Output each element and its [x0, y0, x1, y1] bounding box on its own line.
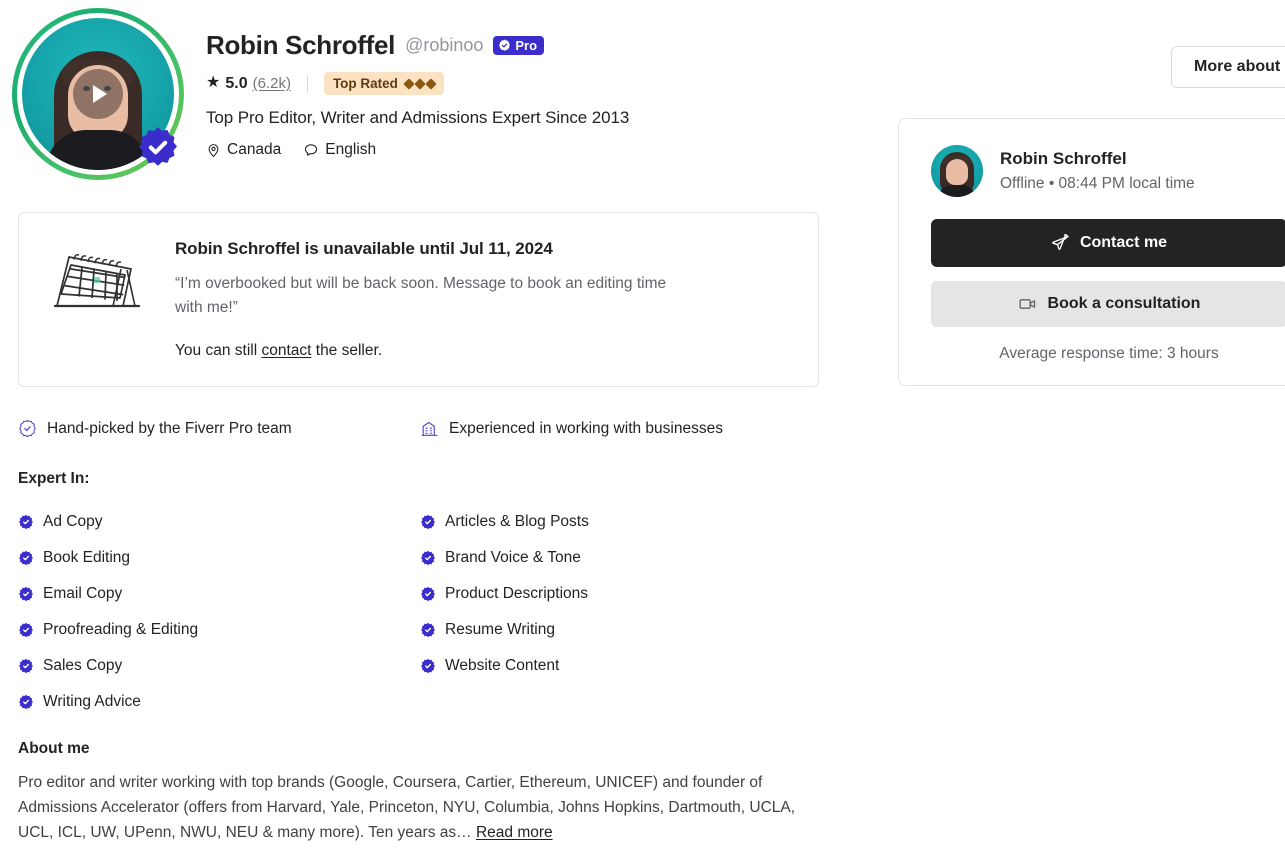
expert-in-list: Ad Copy Book Editing Email Copy Proofrea…: [18, 504, 860, 720]
seller-rating-row: ★ 5.0 (6.2k) Top Rated: [206, 72, 629, 95]
unavailable-notice-contact-line: You can still contact the seller.: [175, 342, 794, 360]
location-pin-icon: [206, 143, 221, 158]
more-about-seller-button[interactable]: More about r: [1171, 46, 1285, 88]
seller-username: @robinoo: [405, 35, 484, 55]
contact-prefix-text: You can still: [175, 342, 262, 360]
highlight-hand-picked: Hand-picked by the Fiverr Pro team: [18, 419, 420, 438]
highlight-businesses-label: Experienced in working with businesses: [449, 419, 723, 437]
pro-check-icon: [498, 39, 511, 52]
expert-item: Product Descriptions: [420, 585, 860, 603]
seller-meta-row: Canada English: [206, 141, 629, 159]
paper-plane-icon: [1051, 233, 1070, 253]
seller-country: Canada: [206, 141, 281, 159]
expert-item-label: Articles & Blog Posts: [445, 513, 589, 531]
rating-score: 5.0: [225, 74, 248, 92]
rosette-check-filled-icon: [18, 694, 34, 710]
expert-item-label: Sales Copy: [43, 657, 123, 675]
office-building-outline-icon: [420, 419, 439, 438]
unavailable-notice-body: Robin Schroffel is unavailable until Jul…: [175, 239, 794, 360]
seller-language: English: [303, 141, 376, 159]
rosette-check-filled-icon: [18, 622, 34, 638]
contact-card-avatar[interactable]: [931, 145, 983, 197]
rosette-check-filled-icon: [18, 514, 34, 530]
expert-item-label: Brand Voice & Tone: [445, 549, 581, 567]
rosette-check-filled-icon: [18, 586, 34, 602]
seller-profile-page: Robin Schroffel @robinoo Pro ★ 5.0 (6.2k…: [0, 0, 1285, 848]
expert-item: Resume Writing: [420, 621, 860, 639]
star-icon: ★: [206, 73, 221, 91]
about-me-title: About me: [18, 740, 90, 758]
expert-item: Sales Copy: [18, 657, 420, 675]
top-rated-badge: Top Rated: [323, 72, 444, 95]
seller-tagline: Top Pro Editor, Writer and Admissions Ex…: [206, 108, 630, 127]
rating-block: ★ 5.0 (6.2k): [206, 73, 291, 93]
speech-bubble-icon: [303, 142, 319, 158]
rating-divider: [306, 74, 308, 93]
rosette-check-filled-icon: [18, 550, 34, 566]
rosette-check-filled-icon: [18, 658, 34, 674]
unavailable-notice-title: Robin Schroffel is unavailable until Jul…: [175, 239, 553, 258]
expert-item: Ad Copy: [18, 513, 420, 531]
seller-display-name: Robin Schroffel: [206, 30, 396, 60]
contact-me-label: Contact me: [1079, 234, 1168, 251]
contact-card-user: Robin Schroffel Offline • 08:44 PM local…: [931, 145, 1285, 197]
pro-badge: Pro: [493, 36, 545, 55]
about-me-text: Pro editor and writer working with top b…: [18, 771, 808, 845]
book-consultation-button[interactable]: Book a consultation: [931, 281, 1285, 327]
expert-item-label: Website Content: [445, 657, 560, 675]
highlight-businesses: Experienced in working with businesses: [420, 419, 723, 438]
expert-item-label: Email Copy: [43, 585, 123, 603]
pro-highlights-row: Hand-picked by the Fiverr Pro team Exper…: [18, 419, 860, 438]
expert-item: Book Editing: [18, 549, 420, 567]
expert-item: Proofreading & Editing: [18, 621, 420, 639]
desk-calendar-illustration-icon: [45, 239, 149, 324]
rating-count-link[interactable]: (6.2k): [253, 75, 291, 92]
contact-suffix-text: the seller.: [311, 342, 383, 360]
top-rated-diamonds-icon: [403, 77, 437, 90]
expert-item: Brand Voice & Tone: [420, 549, 860, 567]
contact-card-status: Offline • 08:44 PM local time: [1000, 175, 1195, 192]
expert-in-title: Expert In:: [18, 470, 90, 488]
verified-seller-icon: [135, 125, 181, 171]
profile-main-column: Robin Schroffel @robinoo Pro ★ 5.0 (6.2k…: [0, 0, 860, 845]
about-me-body: Pro editor and writer working with top b…: [18, 774, 796, 841]
expert-item: Articles & Blog Posts: [420, 513, 860, 531]
seller-name-row: Robin Schroffel @robinoo Pro: [206, 30, 629, 61]
play-video-icon[interactable]: [73, 69, 123, 119]
rosette-check-filled-icon: [420, 514, 436, 530]
seller-header: Robin Schroffel @robinoo Pro ★ 5.0 (6.2k…: [0, 0, 860, 180]
video-camera-icon: [1018, 294, 1038, 314]
pro-badge-label: Pro: [515, 38, 538, 53]
seller-identity: Robin Schroffel @robinoo Pro ★ 5.0 (6.2k…: [184, 8, 629, 159]
rosette-check-outline-icon: [18, 419, 37, 438]
country-label: Canada: [227, 141, 282, 158]
rosette-check-filled-icon: [420, 550, 436, 566]
expert-item: Website Content: [420, 657, 860, 675]
language-label: English: [325, 141, 377, 158]
unavailable-notice-card: Robin Schroffel is unavailable until Jul…: [18, 212, 819, 388]
expert-item-label: Resume Writing: [445, 621, 555, 639]
expert-item: Email Copy: [18, 585, 420, 603]
highlight-hand-picked-label: Hand-picked by the Fiverr Pro team: [47, 419, 292, 437]
contact-seller-card: Robin Schroffel Offline • 08:44 PM local…: [898, 118, 1285, 386]
book-consultation-label: Book a consultation: [1047, 295, 1201, 312]
seller-avatar[interactable]: [12, 8, 184, 180]
rosette-check-filled-icon: [420, 586, 436, 602]
average-response-time: Average response time: 3 hours: [999, 345, 1219, 362]
expert-item: Writing Advice: [18, 693, 420, 711]
rosette-check-filled-icon: [420, 658, 436, 674]
expert-item-label: Proofreading & Editing: [43, 621, 199, 639]
expert-item-label: Writing Advice: [43, 693, 141, 711]
expert-item-label: Ad Copy: [43, 513, 103, 531]
unavailable-notice-quote: “I’m overbooked but will be back soon. M…: [175, 275, 667, 317]
contact-me-button[interactable]: Contact me: [931, 219, 1285, 267]
read-more-link[interactable]: Read more: [476, 824, 553, 841]
top-rated-label: Top Rated: [332, 76, 398, 91]
expert-item-label: Book Editing: [43, 549, 131, 567]
rosette-check-filled-icon: [420, 622, 436, 638]
contact-card-name: Robin Schroffel: [1000, 149, 1127, 168]
expert-item-label: Product Descriptions: [445, 585, 589, 603]
contact-seller-link[interactable]: contact: [261, 342, 311, 359]
